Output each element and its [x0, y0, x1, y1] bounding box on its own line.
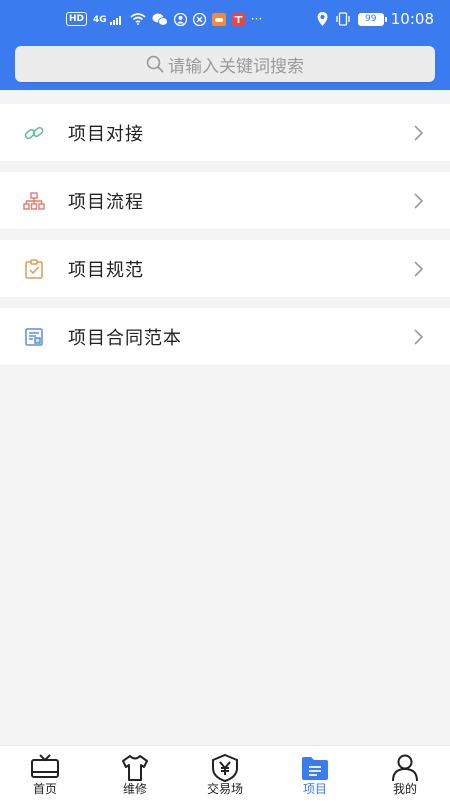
tab-label: 维修 [122, 782, 147, 796]
folder-list-icon [302, 757, 328, 780]
status-left: HD 4G ··· [66, 12, 262, 26]
menu-item-project-standards[interactable]: 项目规范 [0, 240, 450, 297]
vibrate-icon [336, 12, 350, 26]
contract-icon [23, 326, 45, 348]
search-icon [146, 55, 164, 73]
tv-home-icon [31, 754, 59, 778]
org-chart-icon [23, 190, 45, 212]
menu-item-label: 项目规范 [68, 259, 144, 281]
menu-item-label: 项目合同范本 [68, 327, 182, 349]
wechat-icon [152, 13, 168, 26]
tab-label: 交易场 [206, 782, 243, 796]
status-right: 99 10:08 [317, 10, 434, 28]
news-icon [231, 12, 245, 26]
tab-label: 首页 [32, 782, 57, 796]
tab-home[interactable]: 首页 [0, 746, 90, 801]
clock: 10:08 [390, 10, 434, 28]
shirt-icon [122, 755, 148, 781]
yen-shield-icon [212, 753, 238, 783]
menu-item-project-process[interactable]: 项目流程 [0, 172, 450, 229]
tab-marketplace[interactable]: 交易场 [180, 746, 270, 801]
location-icon [317, 12, 328, 26]
tab-repair[interactable]: 维修 [90, 746, 180, 801]
search-input[interactable]: 请输入关键词搜索 [15, 46, 435, 82]
signal-icon: 4G [93, 14, 124, 25]
search-placeholder: 请输入关键词搜索 [168, 56, 304, 77]
chevron-right-icon [414, 260, 424, 277]
game-icon [211, 12, 226, 26]
wifi-icon [130, 13, 146, 25]
link-icon [23, 122, 45, 144]
person-icon [392, 754, 418, 782]
network-type: 4G [93, 14, 107, 25]
more-notifications: ··· [250, 12, 263, 26]
menu-item-project-docking[interactable]: 项目对接 [0, 104, 450, 161]
tab-profile[interactable]: 我的 [360, 746, 450, 801]
tab-projects[interactable]: 项目 [270, 746, 360, 801]
app-icon [192, 12, 206, 26]
menu-item-label: 项目对接 [68, 123, 144, 145]
chevron-right-icon [414, 328, 424, 345]
chevron-right-icon [414, 192, 424, 209]
battery-icon: 99 [357, 12, 387, 26]
tab-label: 项目 [302, 782, 327, 796]
clipboard-check-icon [23, 258, 45, 280]
hd-badge: HD [66, 12, 88, 26]
menu-item-contract-templates[interactable]: 项目合同范本 [0, 308, 450, 365]
chevron-right-icon [414, 124, 424, 141]
status-bar: HD 4G ··· 99 10:08 [0, 0, 450, 42]
bottom-tab-bar: 首页 维修 交易场 项目 我的 [0, 745, 450, 801]
header: HD 4G ··· 99 10:08 请输入关键词搜索 [0, 0, 450, 90]
tab-label: 我的 [392, 782, 417, 796]
menu-item-label: 项目流程 [68, 191, 144, 213]
app-icon [173, 12, 187, 26]
